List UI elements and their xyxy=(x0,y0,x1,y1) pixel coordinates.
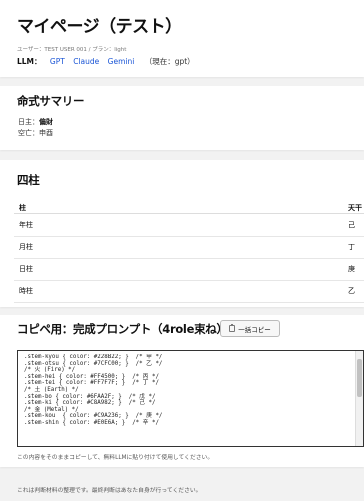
table-row: 年柱 己 xyxy=(14,214,364,237)
copy-all-label: 一括コピー xyxy=(238,325,271,334)
pillar-name: 年柱 xyxy=(19,221,33,229)
pillars-table-header: 柱 天干 xyxy=(14,198,364,214)
code-line: .stem-ki { color: #C8A982; } /* 己 */ xyxy=(24,400,156,407)
code-line: /* 土 (Earth) */ xyxy=(24,386,79,393)
scrollbar-thumb[interactable] xyxy=(357,359,362,397)
pillar-tenkan: 丁 xyxy=(348,243,355,251)
prompt-card: コピペ用：完成プロンプト（4role束ね） 一括コピー .stem-kyou {… xyxy=(0,315,364,467)
page-title: マイページ（テスト） xyxy=(17,17,182,37)
pillar-name: 時柱 xyxy=(19,287,33,295)
table-row: 日柱 庚 xyxy=(14,258,364,281)
scrollbar-track[interactable] xyxy=(355,351,363,446)
pillar-name: 日柱 xyxy=(19,265,33,273)
meishiki-title: 命式サマリー xyxy=(17,94,85,108)
kubou-value: 申酉 xyxy=(39,129,53,137)
pillar-tenkan: 乙 xyxy=(348,287,355,295)
pillar-tenkan: 庚 xyxy=(348,265,355,273)
pillar-tenkan: 己 xyxy=(348,221,355,229)
code-line: .stem-shin { color: #E0E6A; } /* 辛 */ xyxy=(24,419,159,426)
copy-note: この内容をそのままコピーして、無料LLMに貼り付けて使用してください。 xyxy=(17,455,214,461)
clipboard-icon xyxy=(229,324,236,332)
nichishu-line: 日主：偏財 xyxy=(18,117,53,127)
kubou-line: 空亡：申酉 xyxy=(18,128,53,138)
prompt-code: .stem-kyou { color: #228B22; } /* 甲 */ .… xyxy=(24,354,353,446)
llm-label: LLM： xyxy=(17,57,42,66)
llm-selector: LLM： GPT Claude Gemini （現在：gpt） xyxy=(17,56,195,67)
code-line: .stem-kyou { color: #228B22; } /* 甲 */ xyxy=(24,354,163,360)
nichishu-label: 日主： xyxy=(18,118,39,126)
prompt-textarea[interactable]: .stem-kyou { color: #228B22; } /* 甲 */ .… xyxy=(17,350,364,447)
pillars-card: 四柱 柱 天干 年柱 己 月柱 丁 日柱 庚 時柱 乙 xyxy=(0,160,364,307)
meishiki-card: 命式サマリー 日主：偏財 空亡：申酉 xyxy=(0,86,364,150)
llm-option-gpt[interactable]: GPT xyxy=(50,57,65,66)
header-card: マイページ（テスト） ユーザー：TEST USER 001 / プラン：ligh… xyxy=(0,0,364,77)
user-info: ユーザー：TEST USER 001 / プラン：light xyxy=(17,47,127,53)
code-line: .stem-kou { color: #C9A236; } /* 庚 */ xyxy=(24,413,163,420)
footer-note: これは判断材料の整理です。最終判断はあなた自身が行ってください。 xyxy=(17,488,202,494)
kubou-label: 空亡： xyxy=(18,129,39,137)
pillar-name: 月柱 xyxy=(19,243,33,251)
llm-option-claude[interactable]: Claude xyxy=(73,57,99,66)
table-row: 月柱 丁 xyxy=(14,236,364,259)
llm-current: （現在：gpt） xyxy=(144,57,195,66)
code-line: .stem-tei { color: #FF7F7F; } /* 丁 */ xyxy=(24,380,159,387)
code-line: /* 火 (Fire) */ xyxy=(24,367,76,374)
table-row: 時柱 乙 xyxy=(14,280,364,303)
pillars-title: 四柱 xyxy=(17,173,40,187)
prompt-title: コピペ用：完成プロンプト（4role束ね） xyxy=(17,322,228,336)
copy-all-button[interactable]: 一括コピー xyxy=(220,320,280,337)
column-header-tenkan: 天干 xyxy=(348,204,362,212)
llm-option-gemini[interactable]: Gemini xyxy=(108,57,135,66)
column-header-pillar: 柱 xyxy=(19,204,26,212)
nichishu-value: 偏財 xyxy=(39,118,53,126)
